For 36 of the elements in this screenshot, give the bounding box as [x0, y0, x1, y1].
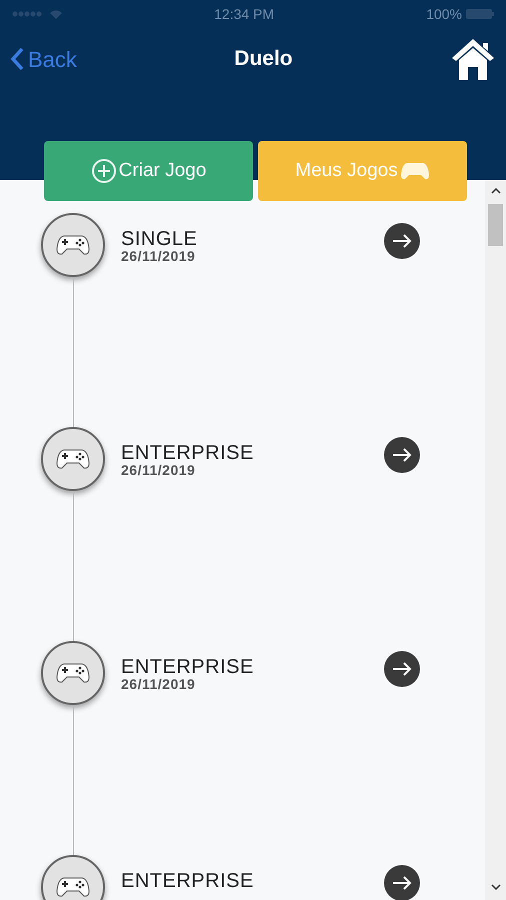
game-title: ENTERPRISE — [121, 443, 254, 463]
open-game-button[interactable] — [384, 437, 420, 473]
gamepad-icon — [56, 875, 90, 899]
game-title: SINGLE — [121, 229, 198, 249]
game-title: ENTERPRISE — [121, 871, 254, 891]
game-date: 26/11/2019 — [121, 677, 196, 691]
scroll-down-icon[interactable] — [491, 884, 501, 890]
scroll-thumb[interactable] — [488, 204, 503, 246]
arrow-right-icon — [392, 876, 412, 890]
gamepad-icon — [56, 233, 90, 257]
scrollbar[interactable] — [485, 180, 506, 900]
chevron-left-icon — [10, 47, 24, 71]
game-title: ENTERPRISE — [121, 657, 254, 677]
signal-icon — [12, 11, 42, 17]
arrow-right-icon — [392, 662, 412, 676]
open-game-button[interactable] — [384, 223, 420, 259]
status-time: 12:34 PM — [214, 4, 274, 24]
create-game-button[interactable]: Criar Jogo — [44, 141, 253, 201]
wifi-icon — [50, 10, 62, 18]
open-game-button[interactable] — [384, 651, 420, 687]
back-link[interactable]: Back — [10, 42, 77, 76]
gamepad-icon — [400, 161, 430, 181]
scroll-up-icon[interactable] — [491, 188, 501, 194]
arrow-right-icon — [392, 448, 412, 462]
battery-icon — [466, 9, 494, 19]
open-game-button[interactable] — [384, 865, 420, 900]
plus-circle-icon — [90, 158, 117, 184]
game-date: 26/11/2019 — [121, 463, 196, 477]
home-icon[interactable] — [450, 37, 496, 81]
gamepad-icon — [56, 661, 90, 685]
gamepad-icon — [56, 447, 90, 471]
my-games-button[interactable]: Meus Jogos — [258, 141, 467, 201]
page-title: Duelo — [234, 46, 293, 72]
game-date: 26/11/2019 — [121, 249, 196, 263]
arrow-right-icon — [392, 234, 412, 248]
battery-percent: 100% — [426, 4, 462, 24]
